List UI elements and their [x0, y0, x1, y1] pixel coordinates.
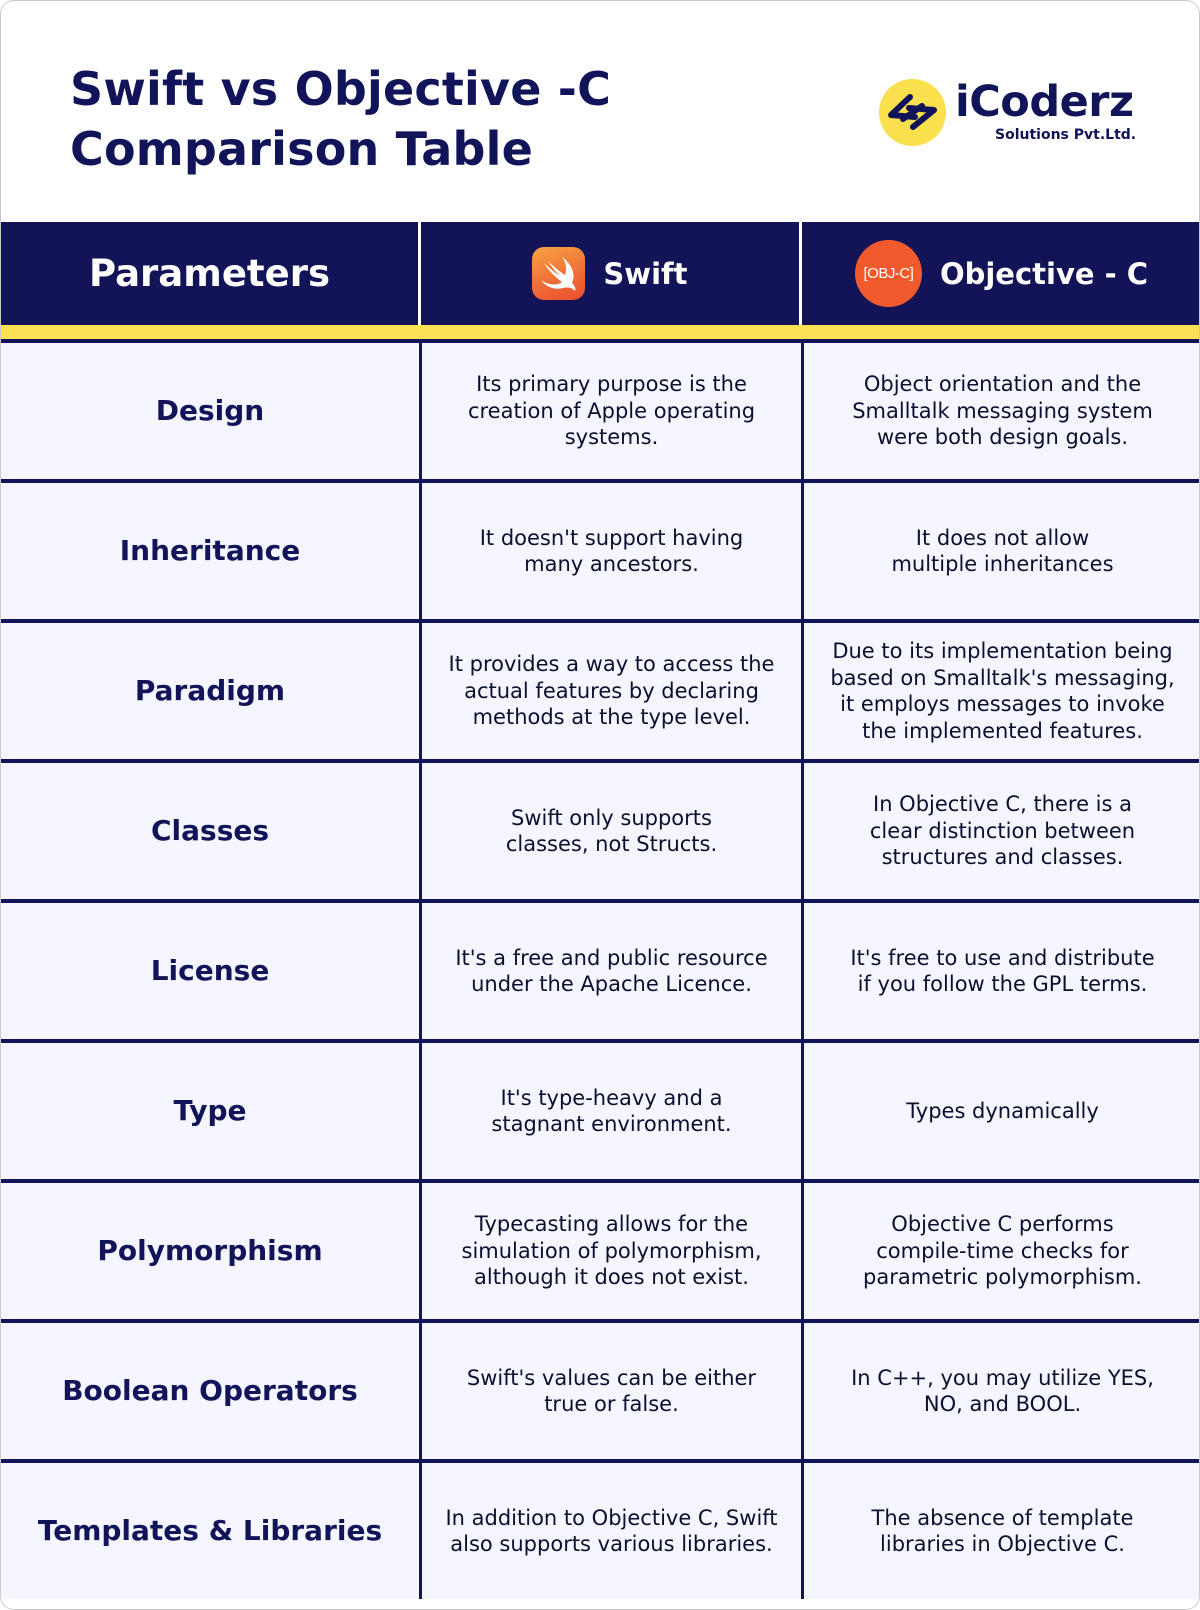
comparison-table: Parameters Swift [OBJ-C] Objective - C D… — [1, 222, 1199, 1599]
objc-cell: Due to its implementation being based on… — [801, 623, 1199, 759]
column-header-objc: [OBJ-C] Objective - C — [799, 222, 1199, 325]
objc-cell: In C++, you may utilize YES, NO, and BOO… — [801, 1323, 1199, 1459]
parameter-cell: Paradigm — [134, 673, 286, 707]
swift-cell: It's a free and public resource under th… — [419, 903, 801, 1039]
swift-cell: It doesn't support having many ancestors… — [419, 483, 801, 619]
swift-cell-text: It's type-heavy and a stagnant environme… — [491, 1085, 732, 1137]
swift-cell-text: In addition to Objective C, Swift also s… — [445, 1505, 778, 1557]
swift-cell: Typecasting allows for the simulation of… — [419, 1183, 801, 1319]
objc-cell-text: In Objective C, there is a clear distinc… — [869, 792, 1136, 870]
parameter-cell: Design — [155, 393, 265, 427]
table-row: Type It's type-heavy and a stagnant envi… — [1, 1043, 1199, 1183]
code-brackets-icon — [879, 79, 946, 146]
column-header-label: Objective - C — [939, 256, 1149, 291]
column-header-swift: Swift — [417, 222, 799, 325]
objc-cell-text: Objective C performs compile-time checks… — [863, 1212, 1142, 1290]
table-row: Paradigm It provides a way to access the… — [1, 623, 1199, 763]
objc-cell: Types dynamically — [801, 1043, 1199, 1179]
company-logo: iCoderz Solutions Pvt.Ltd. — [879, 77, 1159, 149]
parameter-cell: Type — [173, 1093, 247, 1127]
objc-logo-icon: [OBJ-C] — [854, 240, 922, 307]
header-accent-bar — [1, 325, 1199, 343]
objc-cell: Object orientation and the Smalltalk mes… — [801, 343, 1199, 479]
objc-cell-text: In C++, you may utilize YES, NO, and BOO… — [851, 1365, 1154, 1417]
page-title: Swift vs Objective -C Comparison Table — [70, 59, 611, 179]
objc-cell-text: Object orientation and the Smalltalk mes… — [852, 372, 1153, 450]
objc-cell: Objective C performs compile-time checks… — [801, 1183, 1199, 1319]
swift-cell: In addition to Objective C, Swift also s… — [419, 1463, 801, 1599]
title-line-2: Comparison Table — [70, 122, 534, 176]
parameter-cell: Polymorphism — [97, 1233, 323, 1267]
objc-cell: In Objective C, there is a clear distinc… — [801, 763, 1199, 899]
swift-cell: Its primary purpose is the creation of A… — [419, 343, 801, 479]
parameter-cell: Classes — [150, 813, 270, 847]
column-header-label: Swift — [603, 256, 688, 291]
objc-cell-text: It's free to use and distribute if you f… — [850, 945, 1155, 997]
objc-cell: It's free to use and distribute if you f… — [801, 903, 1199, 1039]
table-row: License It's a free and public resource … — [1, 903, 1199, 1043]
logo-subtitle: Solutions Pvt.Ltd. — [995, 127, 1137, 143]
table-row: Design Its primary purpose is the creati… — [1, 343, 1199, 483]
parameter-cell: Templates & Libraries — [37, 1513, 383, 1547]
comparison-card: Swift vs Objective -C Comparison Table i… — [0, 0, 1200, 1610]
swift-cell-text: Its primary purpose is the creation of A… — [467, 372, 756, 450]
objc-cell-text: The absence of template libraries in Obj… — [871, 1505, 1134, 1557]
swift-cell: Swift's values can be either true or fal… — [419, 1323, 801, 1459]
logo-name: iCoderz — [955, 77, 1134, 127]
table-row: Polymorphism Typecasting allows for the … — [1, 1183, 1199, 1323]
swift-logo-icon — [532, 247, 586, 300]
objc-cell-text: Types dynamically — [906, 1098, 1099, 1123]
title-line-1: Swift vs Objective -C — [70, 62, 612, 116]
swift-cell: It provides a way to access the actual f… — [419, 623, 801, 759]
table-body: Design Its primary purpose is the creati… — [1, 343, 1199, 1599]
swift-cell: Swift only supports classes, not Structs… — [419, 763, 801, 899]
column-header-parameters: Parameters — [1, 222, 418, 325]
table-row: Classes Swift only supports classes, not… — [1, 763, 1199, 903]
objc-cell: The absence of template libraries in Obj… — [801, 1463, 1199, 1599]
column-header-label: Parameters — [88, 252, 330, 295]
parameter-cell: Inheritance — [119, 533, 301, 567]
parameter-cell: Boolean Operators — [62, 1373, 358, 1407]
objc-cell-text: Due to its implementation being based on… — [830, 639, 1175, 743]
swift-cell-text: Typecasting allows for the simulation of… — [461, 1212, 762, 1290]
swift-cell-text: Swift only supports classes, not Structs… — [505, 805, 718, 857]
parameter-cell: License — [150, 953, 270, 987]
table-row: Boolean Operators Swift's values can be … — [1, 1323, 1199, 1463]
table-row: Templates & Libraries In addition to Obj… — [1, 1463, 1199, 1599]
swift-cell: It's type-heavy and a stagnant environme… — [419, 1043, 801, 1179]
swift-cell-text: It's a free and public resource under th… — [455, 945, 768, 997]
swift-cell-text: It doesn't support having many ancestors… — [479, 525, 744, 577]
objc-cell: It does not allow multiple inheritances — [801, 483, 1199, 619]
table-header: Parameters Swift [OBJ-C] Objective - C — [1, 222, 1199, 325]
swift-cell-text: Swift's values can be either true or fal… — [466, 1365, 757, 1417]
objc-cell-text: It does not allow multiple inheritances — [891, 525, 1114, 577]
table-row: Inheritance It doesn't support having ma… — [1, 483, 1199, 623]
swift-cell-text: It provides a way to access the actual f… — [448, 652, 775, 730]
